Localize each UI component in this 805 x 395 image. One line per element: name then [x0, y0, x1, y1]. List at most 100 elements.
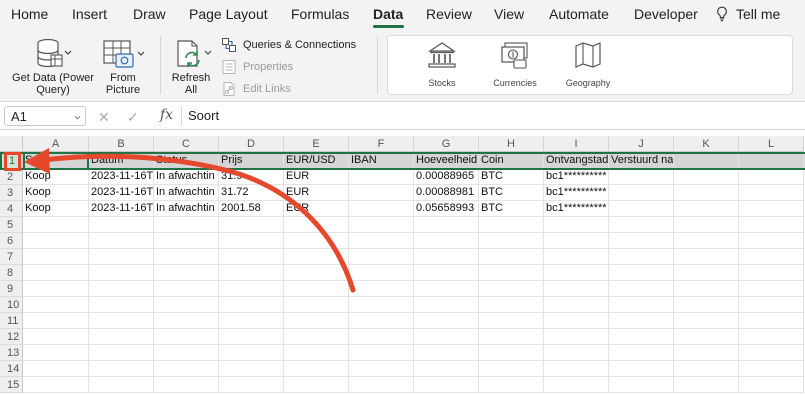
data-type-stocks[interactable]: Stocks: [410, 40, 474, 88]
cell-j3[interactable]: [609, 185, 674, 201]
column-header-g[interactable]: G: [414, 136, 479, 152]
cell-d4[interactable]: 2001.58: [219, 201, 284, 217]
cell-i1[interactable]: Ontvangstad: [544, 153, 609, 169]
cell-f13[interactable]: [349, 345, 414, 361]
cell-h11[interactable]: [479, 313, 544, 329]
cell-j9[interactable]: [609, 281, 674, 297]
cell-i11[interactable]: [544, 313, 609, 329]
column-header-d[interactable]: D: [219, 136, 284, 152]
cell-j2[interactable]: [609, 169, 674, 185]
get-data-button[interactable]: Get Data (Power Query): [8, 38, 98, 98]
cell-k13[interactable]: [674, 345, 739, 361]
cell-i3[interactable]: bc1**********: [544, 185, 609, 201]
cell-d10[interactable]: [219, 297, 284, 313]
cell-j4[interactable]: [609, 201, 674, 217]
cell-k10[interactable]: [674, 297, 739, 313]
cell-j13[interactable]: [609, 345, 674, 361]
tab-tell-me[interactable]: Tell me: [736, 6, 780, 22]
cell-e14[interactable]: [284, 361, 349, 377]
cell-a8[interactable]: [23, 265, 89, 281]
row-header-8[interactable]: 8: [0, 265, 23, 281]
formula-input[interactable]: Soort: [188, 108, 219, 123]
cell-a2[interactable]: Koop: [23, 169, 89, 185]
cell-d11[interactable]: [219, 313, 284, 329]
column-header-f[interactable]: F: [349, 136, 414, 152]
from-picture-button[interactable]: From Picture: [100, 38, 146, 98]
cell-c10[interactable]: [154, 297, 219, 313]
cell-b4[interactable]: 2023-11-16T: [89, 201, 154, 217]
cell-k15[interactable]: [674, 377, 739, 393]
cell-f1[interactable]: IBAN: [349, 153, 414, 169]
cell-l6[interactable]: [739, 233, 804, 249]
cell-j10[interactable]: [609, 297, 674, 313]
cell-e5[interactable]: [284, 217, 349, 233]
cell-e4[interactable]: EUR: [284, 201, 349, 217]
cell-b11[interactable]: [89, 313, 154, 329]
cell-k7[interactable]: [674, 249, 739, 265]
cell-h3[interactable]: BTC: [479, 185, 544, 201]
cell-c3[interactable]: In afwachtin: [154, 185, 219, 201]
cell-c13[interactable]: [154, 345, 219, 361]
cell-i10[interactable]: [544, 297, 609, 313]
cell-j11[interactable]: [609, 313, 674, 329]
cell-e15[interactable]: [284, 377, 349, 393]
cell-l11[interactable]: [739, 313, 804, 329]
cell-l12[interactable]: [739, 329, 804, 345]
cell-a4[interactable]: Koop: [23, 201, 89, 217]
row-header-7[interactable]: 7: [0, 249, 23, 265]
cell-d6[interactable]: [219, 233, 284, 249]
cell-c8[interactable]: [154, 265, 219, 281]
cell-l7[interactable]: [739, 249, 804, 265]
cell-c11[interactable]: [154, 313, 219, 329]
column-header-e[interactable]: E: [284, 136, 349, 152]
tab-formulas[interactable]: Formulas: [291, 6, 349, 22]
cell-j12[interactable]: [609, 329, 674, 345]
cell-a7[interactable]: [23, 249, 89, 265]
name-box[interactable]: A1: [4, 106, 86, 126]
cell-a10[interactable]: [23, 297, 89, 313]
edit-links-button[interactable]: Edit Links: [221, 82, 371, 97]
cell-l10[interactable]: [739, 297, 804, 313]
cell-g15[interactable]: [414, 377, 479, 393]
cell-d15[interactable]: [219, 377, 284, 393]
cell-d8[interactable]: [219, 265, 284, 281]
cell-f11[interactable]: [349, 313, 414, 329]
cell-b5[interactable]: [89, 217, 154, 233]
cell-a9[interactable]: [23, 281, 89, 297]
cell-c4[interactable]: In afwachtin: [154, 201, 219, 217]
row-header-2[interactable]: 2: [0, 169, 23, 185]
cell-j15[interactable]: [609, 377, 674, 393]
cell-b2[interactable]: 2023-11-16T: [89, 169, 154, 185]
row-header-5[interactable]: 5: [0, 217, 23, 233]
cell-f4[interactable]: [349, 201, 414, 217]
cell-i8[interactable]: [544, 265, 609, 281]
cell-b13[interactable]: [89, 345, 154, 361]
cell-l3[interactable]: [739, 185, 804, 201]
cell-j7[interactable]: [609, 249, 674, 265]
cell-e8[interactable]: [284, 265, 349, 281]
cell-k11[interactable]: [674, 313, 739, 329]
cell-k8[interactable]: [674, 265, 739, 281]
cell-f3[interactable]: [349, 185, 414, 201]
cell-c7[interactable]: [154, 249, 219, 265]
cell-c1[interactable]: Status: [154, 153, 219, 169]
cell-k14[interactable]: [674, 361, 739, 377]
cell-k5[interactable]: [674, 217, 739, 233]
cell-c5[interactable]: [154, 217, 219, 233]
cell-d12[interactable]: [219, 329, 284, 345]
cell-e2[interactable]: EUR: [284, 169, 349, 185]
cell-e1[interactable]: EUR/USD: [284, 153, 349, 169]
cell-l9[interactable]: [739, 281, 804, 297]
data-type-geography[interactable]: Geography: [556, 40, 620, 88]
cell-l14[interactable]: [739, 361, 804, 377]
insert-function-button[interactable]: fx: [160, 107, 173, 123]
cell-b9[interactable]: [89, 281, 154, 297]
row-header-14[interactable]: 14: [0, 361, 23, 377]
row-header-6[interactable]: 6: [0, 233, 23, 249]
cell-f8[interactable]: [349, 265, 414, 281]
column-header-a[interactable]: A: [23, 136, 89, 152]
cell-f9[interactable]: [349, 281, 414, 297]
cell-h8[interactable]: [479, 265, 544, 281]
cell-e11[interactable]: [284, 313, 349, 329]
row-header-13[interactable]: 13: [0, 345, 23, 361]
